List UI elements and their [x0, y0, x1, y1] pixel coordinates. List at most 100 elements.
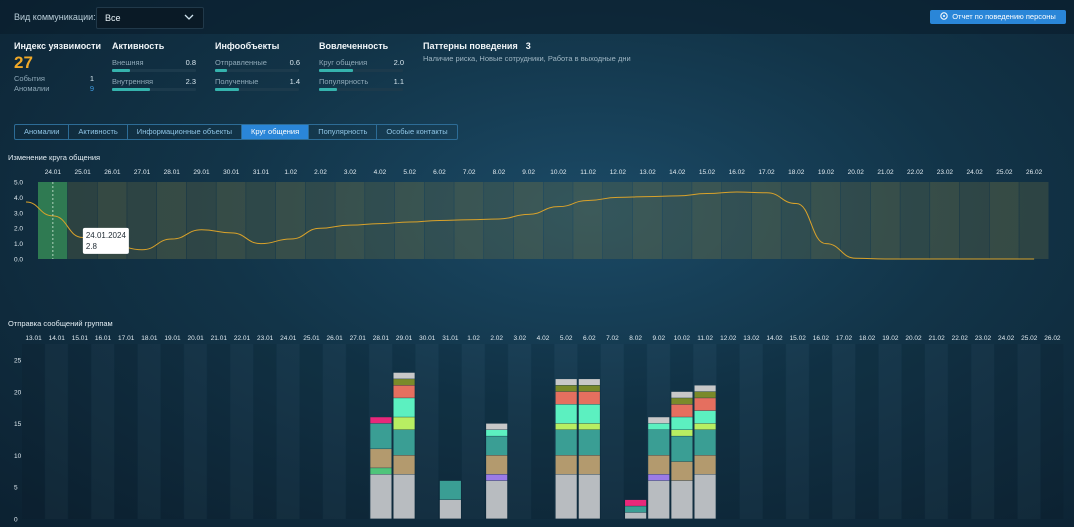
- x-tick-label: 10.02: [550, 169, 567, 176]
- anomalies-value[interactable]: 9: [64, 84, 94, 93]
- circle-change-chart-title: Изменение круга общения: [8, 153, 101, 162]
- activity-internal-label: Внутренняя: [112, 77, 154, 86]
- y-tick-label: 3.0: [14, 210, 23, 217]
- y-tick-label: 25: [14, 358, 22, 365]
- activity-internal-bar: [112, 88, 196, 91]
- bar-segment: [370, 474, 392, 519]
- chart-column-bg: [91, 344, 114, 519]
- chart-column-bg: [602, 182, 633, 259]
- y-tick-label: 10: [14, 453, 22, 460]
- y-tick-label: 0: [14, 517, 18, 524]
- chart-column-bg: [879, 344, 902, 519]
- chart-column-bg: [901, 344, 925, 519]
- x-tick-label: 14.02: [766, 335, 783, 342]
- bar-segment: [555, 404, 577, 424]
- activity-external-bar: [112, 69, 196, 72]
- x-tick-label: 8.02: [493, 169, 506, 176]
- chart-column-bg: [632, 182, 662, 259]
- tab-info-objects[interactable]: Информационные объекты: [128, 125, 243, 139]
- chart-column-bg: [971, 344, 994, 519]
- chart-column-bg: [994, 344, 1018, 519]
- x-tick-label: 2.02: [314, 169, 327, 176]
- tab-communication-circle[interactable]: Круг общения: [242, 125, 310, 139]
- chart-column-bg: [855, 344, 879, 519]
- x-tick-label: 12.02: [720, 335, 737, 342]
- chart-column-bg: [138, 344, 161, 519]
- tab-special-contacts[interactable]: Особые контакты: [377, 125, 456, 139]
- chart-column-bg: [948, 344, 971, 519]
- bar-segment: [555, 391, 577, 405]
- chart-column-bg: [781, 182, 811, 259]
- chart-column-bg: [335, 182, 365, 259]
- x-tick-label: 29.01: [193, 169, 210, 176]
- chart-column-bg: [809, 344, 832, 519]
- x-tick-label: 8.02: [629, 335, 642, 342]
- bar-segment: [694, 455, 716, 475]
- bar-segment: [694, 423, 716, 430]
- events-label: События: [14, 74, 45, 83]
- x-tick-label: 20.02: [905, 335, 922, 342]
- x-tick-label: 31.01: [253, 169, 270, 176]
- chart-column-bg: [989, 182, 1019, 259]
- chart-column-bg: [900, 182, 930, 259]
- bar-segment: [555, 455, 577, 475]
- x-tick-label: 6.02: [433, 169, 446, 176]
- chart-column-bg: [840, 182, 871, 259]
- bar-segment: [671, 417, 693, 430]
- chart-column-bg: [346, 344, 369, 519]
- chart-column-bg: [68, 344, 91, 519]
- x-tick-label: 4.02: [374, 169, 387, 176]
- tab-popularity[interactable]: Популярность: [309, 125, 378, 139]
- chart-column-bg: [543, 182, 573, 259]
- x-tick-label: 26.02: [1026, 169, 1043, 176]
- bar-segment: [694, 429, 716, 455]
- x-tick-label: 20.02: [848, 169, 865, 176]
- patterns-count: 3: [525, 41, 531, 51]
- circle-change-chart: 24.01 25.01 26.01 27.01 28.01 29.01 30.01 31.01…: [14, 169, 1049, 264]
- infoobjects-title: Инфообъекты: [215, 41, 280, 51]
- x-tick-label: 25.01: [74, 169, 91, 176]
- x-tick-label: 31.01: [442, 335, 459, 342]
- tooltip-value: 2.8: [86, 242, 98, 251]
- communication-type-value: Все: [105, 13, 121, 23]
- chart-column-bg: [573, 182, 603, 259]
- x-tick-label: 20.01: [188, 335, 205, 342]
- bar-segment: [648, 423, 670, 430]
- person-report-button[interactable]: Отчет по поведению персоны: [930, 10, 1066, 24]
- x-tick-label: 16.01: [95, 335, 112, 342]
- bar-segment: [694, 385, 716, 392]
- chart-column-bg: [811, 182, 841, 259]
- x-tick-label: 24.02: [998, 335, 1015, 342]
- anomalies-label: Аномалии: [14, 84, 50, 93]
- chart-column-bg: [601, 344, 624, 519]
- bar-segment: [393, 429, 415, 455]
- chart-column-bg: [716, 344, 740, 519]
- bar-segment: [648, 429, 670, 455]
- x-tick-label: 30.01: [419, 335, 436, 342]
- x-tick-label: 9.02: [652, 335, 665, 342]
- x-tick-label: 7.02: [606, 335, 619, 342]
- chart-column-bg: [156, 182, 187, 259]
- y-tick-label: 1.0: [14, 241, 23, 248]
- bar-segment: [486, 455, 508, 475]
- communication-type-select[interactable]: Все: [96, 7, 204, 29]
- x-tick-label: 1.02: [467, 335, 480, 342]
- tab-activity[interactable]: Активность: [69, 125, 128, 139]
- bar-segment: [671, 429, 693, 436]
- chart-column-bg: [207, 344, 230, 519]
- x-tick-label: 6.02: [583, 335, 596, 342]
- patterns-list: Наличие риска, Новые сотрудники, Работа …: [423, 54, 631, 63]
- bar-segment: [578, 379, 600, 386]
- x-tick-label: 14.01: [49, 335, 66, 342]
- chart-column-bg: [1040, 344, 1064, 519]
- bar-segment: [486, 480, 508, 519]
- bar-segment: [578, 474, 600, 519]
- x-tick-label: 30.01: [223, 169, 240, 176]
- involvement-popularity-bar: [319, 88, 403, 91]
- x-tick-label: 22.02: [952, 335, 969, 342]
- x-tick-label: 26.01: [104, 169, 121, 176]
- tab-anomalies[interactable]: Аномалии: [15, 125, 70, 139]
- involvement-popularity-value: 1.1: [393, 77, 404, 86]
- communication-type-label: Вид коммуникации:: [14, 12, 96, 22]
- chevron-down-icon: [184, 14, 194, 20]
